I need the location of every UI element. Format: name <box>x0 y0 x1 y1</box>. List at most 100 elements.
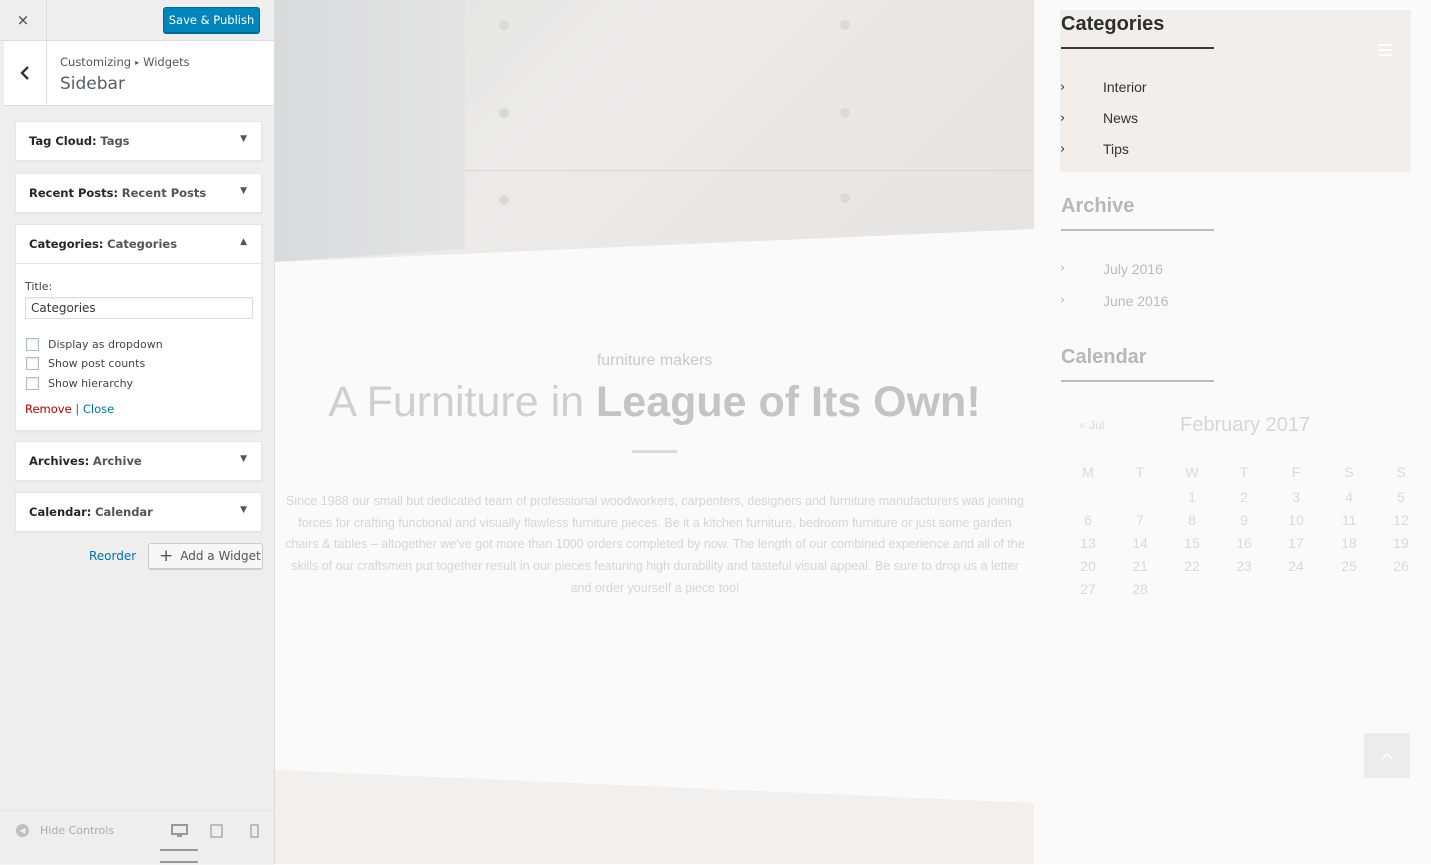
menu-icon[interactable] <box>1378 44 1392 59</box>
reorder-link[interactable]: Reorder <box>89 549 136 563</box>
chevron-right-icon: › <box>1060 261 1066 276</box>
title-label: Title: <box>25 280 53 293</box>
chevron-left-icon <box>20 66 29 80</box>
widget-title-rule <box>1061 380 1214 382</box>
desktop-icon[interactable] <box>171 824 188 838</box>
close-icon[interactable]: × <box>0 0 47 40</box>
save-publish-button[interactable]: Save & Publish <box>163 7 260 33</box>
hero-kicker: furniture makers <box>596 352 713 369</box>
decor-dot <box>840 20 850 30</box>
calendar-weekday: S <box>1396 464 1406 480</box>
calendar-day: 13 <box>1080 535 1096 551</box>
widget-calendar[interactable]: Calendar: Calendar ▼ <box>15 492 262 532</box>
mobile-icon[interactable] <box>250 824 259 838</box>
calendar-weekday: S <box>1344 464 1354 480</box>
calendar-day: 24 <box>1288 558 1304 574</box>
checkbox[interactable] <box>26 357 39 370</box>
calendar-day: 14 <box>1132 535 1148 551</box>
widget-title: Archive <box>1061 195 1135 217</box>
archive-link[interactable]: June 2016 <box>1103 293 1168 309</box>
calendar-day: 10 <box>1288 512 1304 528</box>
widget-title: Recent Posts <box>121 186 207 200</box>
widget-tag-cloud[interactable]: Tag Cloud: Tags ▼ <box>15 121 262 161</box>
show-hierarchy-checkbox[interactable]: Show hierarchy <box>26 377 133 390</box>
panel-footer: ◀ Hide Controls <box>0 810 274 865</box>
chevron-right-icon: › <box>1060 80 1066 95</box>
widget-name: Tag Cloud: <box>29 134 97 148</box>
calendar-day: 4 <box>1345 489 1353 505</box>
calendar-day: 16 <box>1236 535 1252 551</box>
remove-link[interactable]: Remove <box>25 402 72 416</box>
add-widget-label: Add a Widget <box>180 549 261 563</box>
checkbox[interactable] <box>26 377 39 390</box>
widget-title: Tags <box>100 134 130 148</box>
tablet-icon[interactable] <box>210 824 223 838</box>
calendar-prev-link[interactable]: « Jul <box>1079 418 1104 432</box>
category-link[interactable]: Interior <box>1103 79 1147 95</box>
widget-header[interactable]: Tag Cloud: Tags ▼ <box>16 122 261 160</box>
calendar-weekday: T <box>1135 464 1145 480</box>
checkbox-label: Show post counts <box>48 357 146 370</box>
calendar-day: 15 <box>1184 535 1200 551</box>
widget-header[interactable]: Calendar: Calendar ▼ <box>16 493 261 531</box>
expand-arrow-icon[interactable]: ▼ <box>240 134 247 144</box>
checkbox-label: Display as dropdown <box>48 338 163 351</box>
archive-link[interactable]: July 2016 <box>1103 261 1163 277</box>
add-widget-button[interactable]: + Add a Widget <box>148 543 263 569</box>
checkbox[interactable] <box>26 338 39 351</box>
display-dropdown-checkbox[interactable]: Display as dropdown <box>26 338 163 351</box>
widget-header[interactable]: Categories: Categories ▲ <box>16 225 261 263</box>
calendar-day: 18 <box>1341 535 1357 551</box>
widget-archives[interactable]: Archives: Archive ▼ <box>15 441 262 481</box>
hide-controls-button[interactable]: ◀ Hide Controls <box>16 824 114 837</box>
section-image <box>275 770 1034 864</box>
widget-title: Archive <box>92 454 142 468</box>
calendar-day: 3 <box>1292 489 1300 505</box>
panel-header: × Save & Publish <box>0 0 274 41</box>
chevron-right-icon: › <box>1060 111 1066 126</box>
calendar-day: 21 <box>1132 558 1148 574</box>
expand-arrow-icon[interactable]: ▼ <box>240 454 247 464</box>
back-to-top-button[interactable] <box>1364 733 1410 778</box>
decor-dot <box>499 108 509 118</box>
widget-name: Calendar: <box>29 505 92 519</box>
category-link[interactable]: Tips <box>1103 141 1129 157</box>
calendar-weekday: F <box>1291 464 1301 480</box>
expand-arrow-icon[interactable]: ▼ <box>240 186 247 196</box>
calendar-day: 11 <box>1341 512 1357 528</box>
calendar-day: 26 <box>1393 558 1409 574</box>
widget-header[interactable]: Archives: Archive ▼ <box>16 442 261 480</box>
section-header: Customizing ▸ Widgets Sidebar <box>4 41 274 106</box>
calendar-month: February 2017 <box>1180 414 1311 436</box>
calendar-weekday: T <box>1239 464 1249 480</box>
expand-arrow-icon[interactable]: ▼ <box>240 505 247 515</box>
hero-body: Since 1988 our small but dedicated team … <box>285 494 1025 595</box>
widget-recent-posts[interactable]: Recent Posts: Recent Posts ▼ <box>15 173 262 213</box>
close-link[interactable]: Close <box>83 402 114 416</box>
calendar-day: 6 <box>1084 512 1092 528</box>
title-input[interactable] <box>25 297 253 319</box>
device-underline <box>160 861 198 863</box>
chevron-right-icon: › <box>1060 293 1066 308</box>
calendar-day: 23 <box>1236 558 1252 574</box>
calendar-day: 7 <box>1136 512 1144 528</box>
show-post-counts-checkbox[interactable]: Show post counts <box>26 357 145 370</box>
collapse-arrow-icon[interactable]: ▲ <box>240 237 247 247</box>
categories-widget: Categories › Interior › News › Tips <box>1060 10 1411 172</box>
hero-image-edge <box>465 170 1034 171</box>
headline-rule <box>632 450 677 453</box>
chevron-up-icon <box>1381 752 1393 760</box>
widget-header[interactable]: Recent Posts: Recent Posts ▼ <box>16 174 261 212</box>
widget-categories[interactable]: Categories: Categories ▲ Title: Display … <box>15 224 262 431</box>
calendar-day: 8 <box>1188 512 1196 528</box>
hide-controls-label: Hide Controls <box>40 824 115 837</box>
category-link[interactable]: News <box>1103 110 1138 126</box>
calendar-day: 17 <box>1288 535 1304 551</box>
collapse-icon: ◀ <box>16 824 29 837</box>
calendar-day: 22 <box>1184 558 1200 574</box>
widget-title-rule <box>1061 47 1214 49</box>
calendar-day: 19 <box>1393 535 1409 551</box>
back-button[interactable] <box>4 41 47 105</box>
site-preview: furniture makers A Furniture in League o… <box>275 0 1431 864</box>
divider: | <box>75 402 80 416</box>
